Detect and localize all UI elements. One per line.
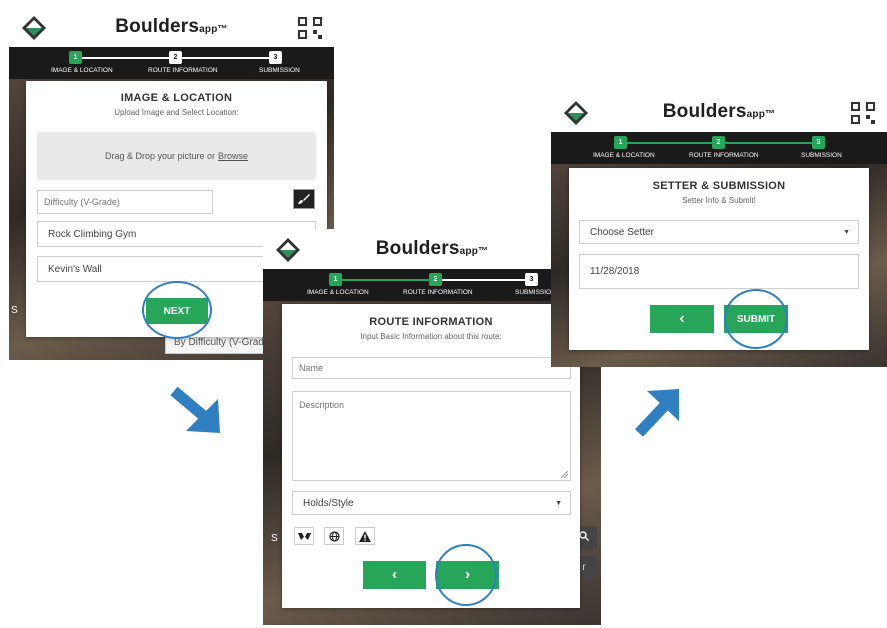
step-1-label: IMAGE & LOCATION xyxy=(51,67,113,74)
step-1-label: IMAGE & LOCATION xyxy=(593,152,655,159)
card-title: SETTER & SUBMISSION xyxy=(652,180,786,192)
app-header: Bouldersapp™ xyxy=(9,7,334,47)
step-2-marker: 2 xyxy=(712,136,725,149)
route-description-textarea[interactable]: Description xyxy=(292,391,571,481)
back-button[interactable]: ‹ xyxy=(650,305,714,333)
background-search-fragment: S xyxy=(11,305,18,316)
card-title: ROUTE INFORMATION xyxy=(369,316,493,328)
arrow-down-right-icon xyxy=(170,386,220,433)
progress-steps: 1 2 3 IMAGE & LOCATION ROUTE INFORMATION… xyxy=(9,47,334,79)
background-search-fragment: S xyxy=(271,533,278,544)
difficulty-input[interactable]: Difficulty (V-Grade) xyxy=(37,190,213,214)
step-2-label: ROUTE INFORMATION xyxy=(403,289,473,296)
route-information-card: ROUTE INFORMATION Input Basic Informatio… xyxy=(282,304,580,608)
step-3-marker: 3 xyxy=(525,273,538,286)
image-dropzone[interactable]: Drag & Drop your picture or Browse xyxy=(37,132,316,180)
step-line xyxy=(75,57,175,59)
holds-style-value: Holds/Style xyxy=(303,497,354,509)
highlight-circle xyxy=(724,289,788,349)
setter-value: Choose Setter xyxy=(590,226,654,238)
step-3-label: SUBMISSION xyxy=(801,152,842,159)
holds-style-select[interactable]: Holds/Style ▼ xyxy=(292,491,571,515)
step-line xyxy=(175,57,275,59)
chevron-down-icon: ▼ xyxy=(555,499,562,507)
highlight-circle xyxy=(142,281,212,339)
paintbrush-icon xyxy=(298,194,310,204)
step-line xyxy=(435,279,535,281)
step-3-label: SUBMISSION xyxy=(259,67,300,74)
screen-setter-submission: Bouldersapp™ 1 2 3 IMAGE & LOCATION ROUT… xyxy=(551,92,887,367)
step-1-marker: 1 xyxy=(614,136,627,149)
description-placeholder: Description xyxy=(299,400,345,410)
date-input[interactable]: 11/28/2018 xyxy=(579,254,859,289)
progress-steps: 1 2 3 IMAGE & LOCATION ROUTE INFORMATION… xyxy=(551,132,887,164)
chevron-down-icon: ▼ xyxy=(843,228,850,236)
paintbrush-button[interactable] xyxy=(293,189,315,209)
highlight-circle xyxy=(435,544,497,606)
hands-icon xyxy=(297,532,311,540)
setter-select[interactable]: Choose Setter ▼ xyxy=(579,220,859,244)
step-1-label: IMAGE & LOCATION xyxy=(307,289,369,296)
step-2-label: ROUTE INFORMATION xyxy=(689,152,759,159)
step-line xyxy=(621,142,721,144)
card-subtitle: Upload Image and Select Location: xyxy=(114,108,239,117)
step-line xyxy=(721,142,821,144)
step-line xyxy=(335,279,435,281)
card-subtitle: Setter Info & Submit! xyxy=(682,196,756,205)
qr-code-icon[interactable] xyxy=(851,102,875,124)
qr-code-icon[interactable] xyxy=(298,17,322,39)
step-2-marker: 2 xyxy=(429,273,442,286)
setter-submission-card: SETTER & SUBMISSION Setter Info & Submit… xyxy=(569,168,869,350)
globe-button[interactable] xyxy=(324,527,344,545)
browse-link[interactable]: Browse xyxy=(218,151,248,161)
route-name-input[interactable]: Name xyxy=(292,357,571,379)
step-3-marker: 3 xyxy=(269,51,282,64)
globe-icon xyxy=(328,530,340,542)
resize-handle-icon[interactable] xyxy=(561,471,568,478)
warning-icon xyxy=(359,530,371,542)
step-3-marker: 3 xyxy=(812,136,825,149)
card-subtitle: Input Basic Information about this route… xyxy=(360,332,502,341)
app-brand: Bouldersapp™ xyxy=(115,16,228,37)
step-3-label: SUBMISSION xyxy=(515,289,556,296)
step-2-label: ROUTE INFORMATION xyxy=(148,67,218,74)
arrow-up-right-icon xyxy=(634,389,679,437)
step-2-marker: 2 xyxy=(169,51,182,64)
back-button[interactable]: ‹ xyxy=(363,561,426,589)
app-header: Bouldersapp™ xyxy=(551,92,887,132)
app-brand: Bouldersapp™ xyxy=(662,101,776,122)
hands-button[interactable] xyxy=(294,527,314,545)
search-icon xyxy=(579,531,589,541)
card-title: IMAGE & LOCATION xyxy=(120,92,233,104)
step-1-marker: 1 xyxy=(69,51,82,64)
warning-button[interactable] xyxy=(355,527,375,545)
step-1-marker: 1 xyxy=(329,273,342,286)
dropzone-text: Drag & Drop your picture or xyxy=(104,151,216,161)
